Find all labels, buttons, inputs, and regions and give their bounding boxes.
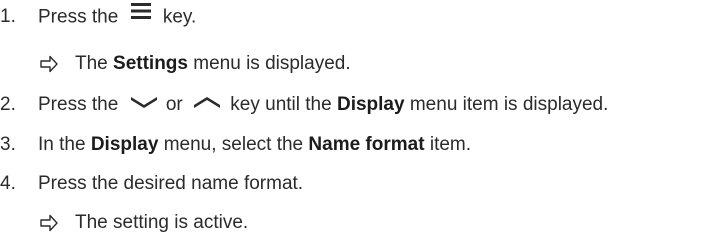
result-text: The setting is active. bbox=[75, 212, 249, 233]
step-text: or bbox=[165, 94, 183, 116]
menu-icon bbox=[130, 2, 152, 27]
result-text: menu is displayed. bbox=[193, 53, 351, 74]
chevron-down-icon bbox=[129, 91, 159, 115]
result-arrow-icon bbox=[40, 53, 62, 75]
menu-name: Display bbox=[336, 94, 405, 116]
step-text: menu, select the bbox=[163, 134, 304, 155]
step-text: In the bbox=[38, 134, 86, 155]
step-text: item. bbox=[429, 134, 472, 155]
item-name: Name format bbox=[308, 134, 425, 155]
step-number: 4. bbox=[0, 173, 16, 194]
step-text: Press the bbox=[38, 94, 119, 116]
step-text: menu item is displayed. bbox=[409, 94, 609, 116]
step-text: Press the bbox=[38, 6, 119, 28]
step-text: key until the bbox=[230, 94, 332, 116]
menu-name: Settings bbox=[113, 53, 188, 74]
chevron-up-icon bbox=[192, 91, 222, 115]
menu-name: Display bbox=[90, 134, 159, 155]
step-number: 3. bbox=[0, 134, 16, 155]
step-text: Press the desired name format. bbox=[38, 173, 304, 194]
result-text: The bbox=[75, 53, 108, 74]
step-text: key. bbox=[162, 6, 197, 28]
result-arrow-icon bbox=[40, 212, 62, 234]
step-number: 2. bbox=[0, 94, 16, 115]
step-number: 1. bbox=[0, 6, 16, 27]
